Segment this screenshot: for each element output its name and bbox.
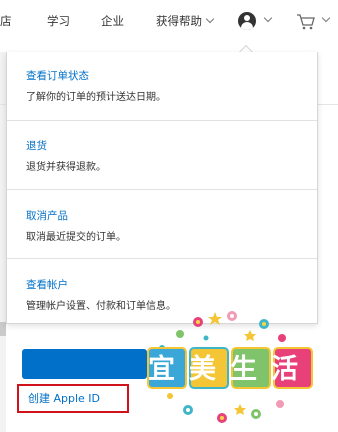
logo-text: 宜美生活 [148,353,312,385]
account-dropdown-menu: 查看订单状态 了解你的订单的预计送达日期。 退货 退货并获得退款。 取消产品 取… [6,52,318,324]
menu-item-returns[interactable]: 退货 退货并获得退款。 [7,121,317,189]
menu-item-description: 退货并获得退款。 [26,162,106,173]
menu-item-description: 取消最近提交的订单。 [26,232,126,243]
chevron-down-icon [205,14,215,24]
user-circle-icon[interactable] [238,12,256,30]
top-nav: 店 学习 企业 获得帮助 [0,0,338,44]
menu-item-title: 取消产品 [26,210,68,222]
nav-item-business[interactable]: 企业 [101,13,124,29]
chevron-down-icon[interactable] [321,13,331,23]
menu-item-title: 查看帐户 [26,279,68,291]
nav-item-help[interactable]: 获得帮助 [156,13,215,29]
menu-item-order-status[interactable]: 查看订单状态 了解你的订单的预计送达日期。 [7,52,317,120]
nav-item-learn[interactable]: 学习 [47,13,70,29]
menu-item-title: 退货 [26,140,47,152]
menu-item-description: 了解你的订单的预计送达日期。 [26,92,166,103]
background-text-fragment [0,322,6,336]
menu-item-cancel[interactable]: 取消产品 取消最近提交的订单。 [7,190,317,258]
shopping-bag-icon[interactable] [296,13,316,31]
nav-item-store[interactable]: 店 [0,13,12,29]
divider [318,104,338,105]
nav-item-help-label: 获得帮助 [156,14,202,28]
watermark-logo: 宜美生活 [147,311,313,423]
menu-item-title: 查看订单状态 [26,70,89,82]
chevron-down-icon[interactable] [263,13,273,23]
sign-in-button[interactable] [22,349,147,379]
create-apple-id-link[interactable]: 创建 Apple ID [28,390,100,406]
